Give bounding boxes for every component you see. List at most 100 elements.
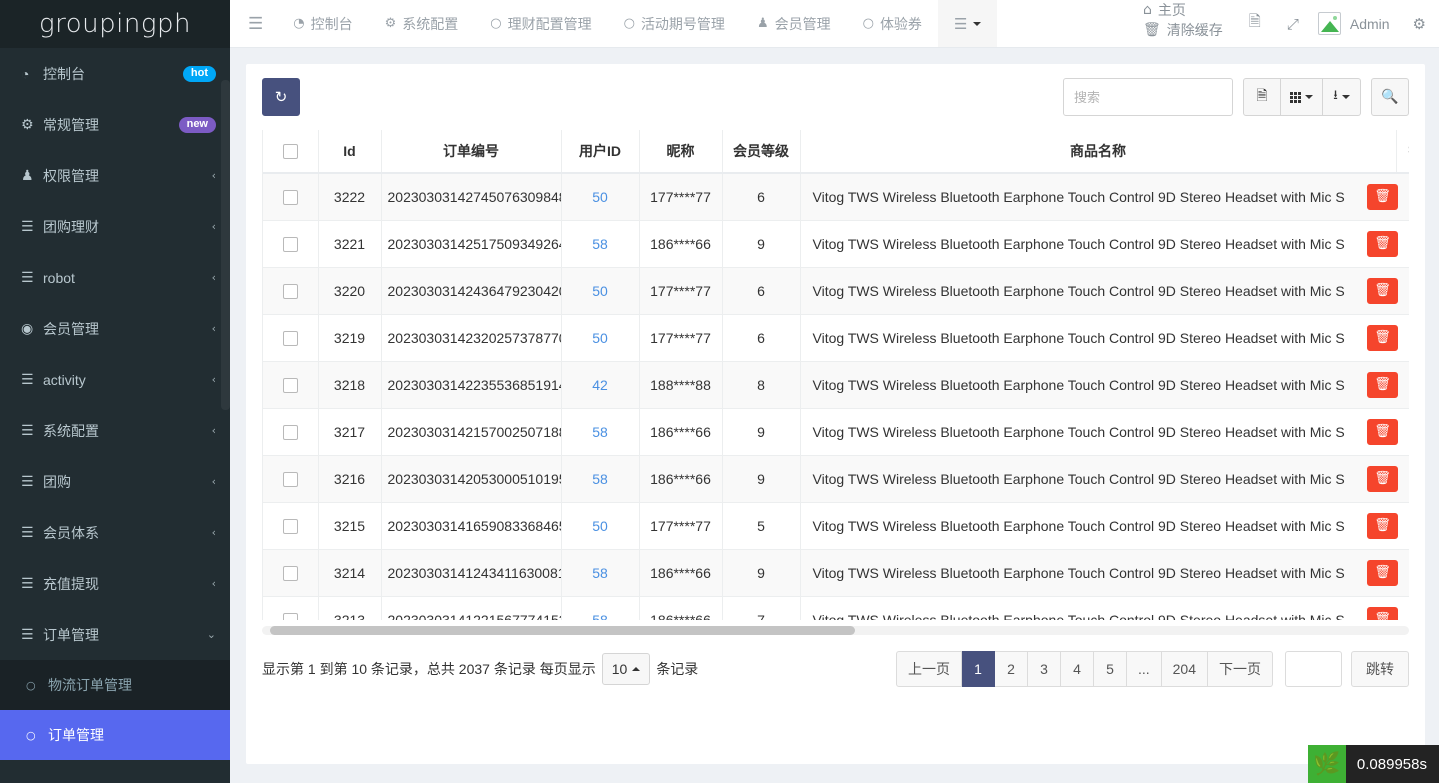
tab-5[interactable]: ○体验券 — [847, 0, 938, 47]
refresh-button[interactable]: ↻ — [262, 78, 300, 116]
fullscreen-icon[interactable]: ⤢ — [1274, 0, 1312, 47]
navbar-action-0[interactable]: ⌂主页 — [1130, 0, 1236, 20]
row-checkbox[interactable] — [283, 566, 298, 581]
column-header-goods[interactable]: 商品名称 — [800, 130, 1396, 173]
sidebar-scrollbar[interactable] — [221, 48, 230, 783]
select-all-checkbox[interactable] — [283, 144, 298, 159]
sidebar-item-6[interactable]: ☰activity‹ — [0, 354, 230, 405]
table-row[interactable]: 321420230303141243411630081458186****669… — [263, 549, 1409, 596]
delete-row-button[interactable]: 🗑 — [1367, 278, 1398, 304]
list-view-icon-button[interactable]: 🗎 — [1243, 78, 1281, 116]
sidebar-item-10[interactable]: ☰充值提现‹ — [0, 558, 230, 609]
tab-2[interactable]: ○理财配置管理 — [474, 0, 607, 47]
jump-page-input[interactable] — [1285, 651, 1342, 687]
column-header-nickname[interactable]: 昵称 — [639, 130, 722, 173]
user-menu[interactable]: Admin — [1312, 0, 1400, 47]
table-row[interactable]: 321520230303141659083368465350177****775… — [263, 502, 1409, 549]
page-size-dropdown[interactable]: 10 — [602, 653, 651, 685]
delete-row-button[interactable]: 🗑 — [1367, 419, 1398, 445]
delete-row-button[interactable]: 🗑 — [1367, 372, 1398, 398]
sidebar-item-5[interactable]: ◉会员管理‹ — [0, 303, 230, 354]
table-row[interactable]: 321720230303142157002507188058186****669… — [263, 408, 1409, 455]
page-button-3[interactable]: 3 — [1028, 651, 1061, 687]
sidebar-scrollbar-thumb[interactable] — [221, 80, 230, 410]
page-button-2[interactable]: 2 — [995, 651, 1028, 687]
jump-button[interactable]: 跳转 — [1351, 651, 1409, 687]
delete-row-button[interactable]: 🗑 — [1367, 560, 1398, 586]
delete-row-button[interactable]: 🗑 — [1367, 231, 1398, 257]
cell-user-id[interactable]: 50 — [561, 314, 639, 361]
delete-row-button[interactable]: 🗑 — [1367, 513, 1398, 539]
hamburger-icon[interactable]: ☰ — [230, 0, 277, 47]
tab-1[interactable]: ⚙系统配置 — [369, 0, 475, 47]
tab-4[interactable]: ♟会员管理 — [741, 0, 847, 47]
sidebar-item-0[interactable]: ◔控制台hot — [0, 48, 230, 99]
row-checkbox[interactable] — [283, 613, 298, 620]
cell-user-id[interactable]: 50 — [561, 267, 639, 314]
cell-user-id[interactable]: 42 — [561, 361, 639, 408]
more-tabs-dropdown[interactable]: ☰ — [938, 0, 997, 47]
horizontal-scrollbar[interactable] — [262, 626, 1409, 635]
page-button-1[interactable]: 1 — [962, 651, 995, 687]
cell-user-id[interactable]: 58 — [561, 408, 639, 455]
delete-row-button[interactable]: 🗑 — [1367, 607, 1398, 621]
row-checkbox[interactable] — [283, 378, 298, 393]
sidebar-item-4[interactable]: ☰robot‹ — [0, 252, 230, 303]
sidebar-item-3[interactable]: ☰团购理财‹ — [0, 201, 230, 252]
table-row[interactable]: 321920230303142320257378770850177****776… — [263, 314, 1409, 361]
delete-row-button[interactable]: 🗑 — [1367, 466, 1398, 492]
page-button-...[interactable]: ... — [1127, 651, 1162, 687]
cell-user-id[interactable]: 58 — [561, 455, 639, 502]
columns-dropdown-button[interactable] — [1281, 78, 1323, 116]
row-checkbox[interactable] — [283, 425, 298, 440]
brand-logo[interactable]: groupingph — [0, 0, 230, 48]
page-button-5[interactable]: 5 — [1094, 651, 1127, 687]
table-row[interactable]: 321820230303142235536851914242188****888… — [263, 361, 1409, 408]
row-checkbox[interactable] — [283, 472, 298, 487]
cell-user-id[interactable]: 58 — [561, 220, 639, 267]
page-button-下一页[interactable]: 下一页 — [1208, 651, 1273, 687]
delete-row-button[interactable]: 🗑 — [1367, 325, 1398, 351]
navbar-action-1[interactable]: 🗑清除缓存 — [1130, 20, 1236, 40]
row-checkbox[interactable] — [283, 237, 298, 252]
sidebar-subitem-1[interactable]: ○订单管理 — [0, 710, 230, 760]
tab-0[interactable]: ◔控制台 — [277, 0, 368, 47]
delete-row-button[interactable]: 🗑 — [1367, 184, 1398, 210]
row-checkbox[interactable] — [283, 519, 298, 534]
page-button-4[interactable]: 4 — [1061, 651, 1094, 687]
cell-user-id[interactable]: 50 — [561, 173, 639, 220]
export-dropdown-button[interactable]: ⭳ — [1323, 78, 1361, 116]
column-header-order_no[interactable]: 订单编号 — [381, 130, 561, 173]
cell-user-id[interactable]: 58 — [561, 596, 639, 620]
row-checkbox[interactable] — [283, 190, 298, 205]
row-checkbox[interactable] — [283, 331, 298, 346]
column-header-user_id[interactable]: 用户ID — [561, 130, 639, 173]
cell-user-id[interactable]: 50 — [561, 502, 639, 549]
column-header-level[interactable]: 会员等级 — [722, 130, 800, 173]
column-header-id[interactable]: Id — [318, 130, 381, 173]
search-button[interactable]: 🔍 — [1371, 78, 1409, 116]
sidebar-item-8[interactable]: ☰团购‹ — [0, 456, 230, 507]
sidebar-item-2[interactable]: ♟权限管理‹ — [0, 150, 230, 201]
sidebar-subitem-0[interactable]: ○物流订单管理 — [0, 660, 230, 710]
settings-icon[interactable]: ⚙ — [1400, 0, 1439, 47]
column-header-ops[interactable]: 操作 — [1396, 130, 1409, 173]
sidebar-item-1[interactable]: ⚙常规管理new — [0, 99, 230, 150]
table-row[interactable]: 321620230303142053000510195558186****669… — [263, 455, 1409, 502]
page-button-上一页[interactable]: 上一页 — [896, 651, 962, 687]
table-row[interactable]: 322020230303142436479230420550177****776… — [263, 267, 1409, 314]
page-button-204[interactable]: 204 — [1162, 651, 1208, 687]
cell-user-id[interactable]: 58 — [561, 549, 639, 596]
table-row[interactable]: 322220230303142745076309848050177****776… — [263, 173, 1409, 220]
row-checkbox[interactable] — [283, 284, 298, 299]
table-scroll-viewport[interactable]: Id订单编号用户ID昵称会员等级商品名称操作 32222023030314274… — [262, 130, 1409, 620]
horizontal-scrollbar-thumb[interactable] — [270, 626, 855, 635]
sidebar-item-9[interactable]: ☰会员体系‹ — [0, 507, 230, 558]
search-input[interactable] — [1063, 78, 1233, 116]
sidebar-item-11[interactable]: ☰订单管理⌄ — [0, 609, 230, 660]
table-row[interactable]: 322120230303142517509349264858186****669… — [263, 220, 1409, 267]
table-row[interactable]: 321320230303141221567774153058186****667… — [263, 596, 1409, 620]
column-header-checkbox[interactable] — [263, 130, 318, 173]
sidebar-item-7[interactable]: ☰系统配置‹ — [0, 405, 230, 456]
tab-3[interactable]: ○活动期号管理 — [608, 0, 741, 47]
